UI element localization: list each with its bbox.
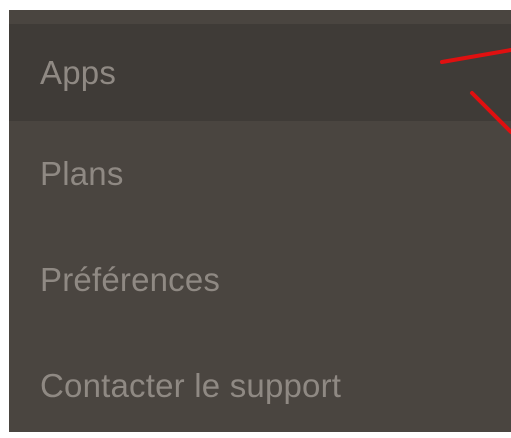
sidebar-menu: Apps Plans Préférences Contacter le supp… <box>9 10 511 432</box>
menu-item-plans[interactable]: Plans <box>9 121 511 227</box>
menu-item-label: Plans <box>40 155 124 192</box>
menu-item-label: Contacter le support <box>40 367 342 404</box>
menu-item-apps[interactable]: Apps <box>9 24 511 121</box>
menu-item-label: Apps <box>40 53 117 91</box>
menu-item-label: Préférences <box>40 261 221 298</box>
menu-item-contact-support[interactable]: Contacter le support <box>9 333 511 432</box>
menu-top-strip <box>9 10 511 24</box>
menu-item-preferences[interactable]: Préférences <box>9 227 511 333</box>
